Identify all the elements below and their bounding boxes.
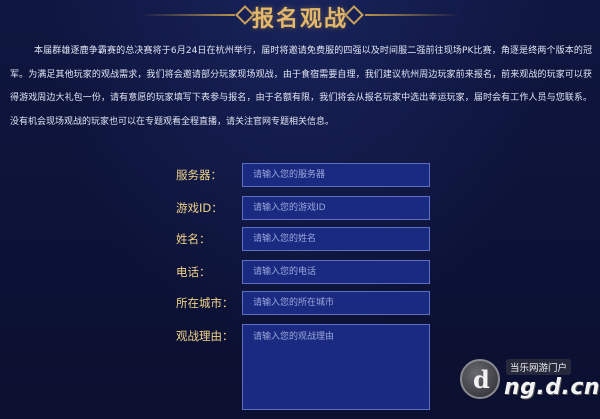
watermark-site: ng.d.cn <box>504 375 600 400</box>
city-label: 所在城市： <box>176 296 234 310</box>
reason-label: 观战理由： <box>176 329 234 343</box>
form-row-server: 服务器： <box>0 163 600 187</box>
server-label: 服务器： <box>176 168 222 182</box>
form-row-city: 所在城市： <box>0 291 600 315</box>
form-row-phone: 电话： <box>0 260 600 284</box>
watermark-subtitle: 当乐网游门户 <box>506 359 572 375</box>
dangle-logo-icon: d <box>460 359 500 399</box>
logo-letter: d <box>473 365 490 394</box>
reason-textarea[interactable] <box>242 324 430 410</box>
title-bar: 报名观战 <box>0 0 600 34</box>
form-row-reason: 观战理由： <box>0 324 600 410</box>
game-id-input[interactable] <box>242 196 430 220</box>
form-row-name: 姓名： <box>0 227 600 251</box>
game-id-label: 游戏ID： <box>176 201 223 215</box>
name-input[interactable] <box>242 227 430 251</box>
title-divider-right <box>365 14 460 16</box>
name-label: 姓名： <box>176 232 211 246</box>
phone-input[interactable] <box>242 260 430 284</box>
server-input[interactable] <box>242 163 430 187</box>
phone-label: 电话： <box>176 265 211 279</box>
page-title: 报名观战 <box>251 7 348 32</box>
form-row-game-id: 游戏ID： <box>0 196 600 220</box>
city-input[interactable] <box>242 291 430 315</box>
title-divider-left <box>140 14 235 16</box>
intro-paragraph: 本届群雄逐鹿争霸赛的总决赛将于6月24日在杭州举行，届时将邀请免费服的四强以及时… <box>10 46 592 127</box>
watermark: d 当乐网游门户 ng.d.cn <box>460 355 600 413</box>
